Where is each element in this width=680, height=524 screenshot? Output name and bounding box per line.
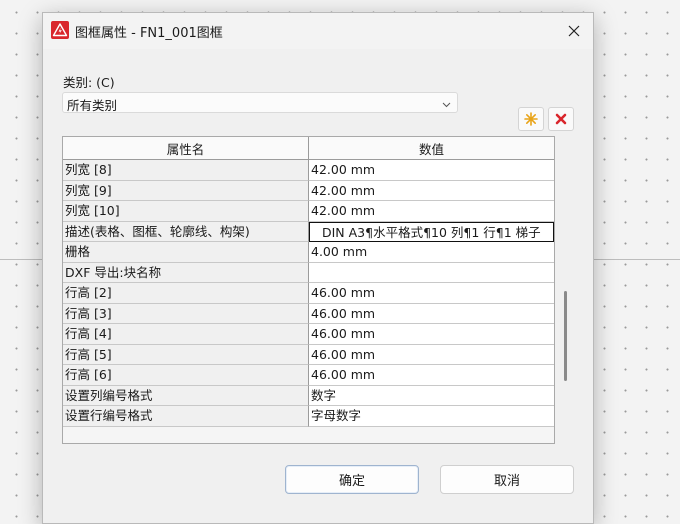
title-bar: 图框属性 - FN1_001图框 — [43, 13, 593, 49]
property-value-cell[interactable]: 46.00 mm — [309, 365, 554, 386]
new-property-button[interactable] — [518, 107, 544, 131]
property-value-cell[interactable]: 字母数字 — [309, 406, 554, 427]
table-row[interactable]: 行高 [2] 46.00 mm — [63, 283, 554, 304]
column-header-name[interactable]: 属性名 — [63, 137, 309, 159]
frame-properties-dialog: 图框属性 - FN1_001图框 类别: (C) 所有类别 属性名 数值 列宽 … — [42, 12, 594, 524]
window-title: 图框属性 - FN1_001图框 — [75, 26, 223, 41]
property-value-cell[interactable]: 46.00 mm — [309, 324, 554, 345]
category-selected-value: 所有类别 — [67, 98, 118, 113]
sparkle-icon — [524, 112, 538, 126]
red-x-icon — [555, 113, 567, 125]
table-row[interactable]: 行高 [5] 46.00 mm — [63, 344, 554, 365]
column-header-value[interactable]: 数值 — [309, 137, 554, 159]
table-row[interactable]: 栅格 4.00 mm — [63, 242, 554, 263]
category-dropdown[interactable]: 所有类别 — [62, 92, 458, 113]
vertical-scrollbar[interactable] — [564, 291, 567, 381]
property-name-cell[interactable]: DXF 导出:块名称 — [63, 262, 309, 283]
property-value-cell[interactable]: 数字 — [309, 385, 554, 406]
warning-triangle-icon — [51, 21, 69, 39]
property-name-cell[interactable]: 列宽 [10] — [63, 201, 309, 222]
property-name-cell[interactable]: 行高 [5] — [63, 344, 309, 365]
property-name-cell[interactable]: 列宽 [9] — [63, 180, 309, 201]
table-row[interactable]: DXF 导出:块名称 — [63, 262, 554, 283]
ok-button[interactable]: 确定 — [285, 465, 419, 494]
property-value-cell[interactable]: 42.00 mm — [309, 160, 554, 181]
table-row[interactable]: 设置行编号格式 字母数字 — [63, 406, 554, 427]
property-name-cell[interactable]: 栅格 — [63, 242, 309, 263]
property-value-cell[interactable]: 46.00 mm — [309, 303, 554, 324]
cancel-button[interactable]: 取消 — [440, 465, 574, 494]
grid-header: 属性名 数值 — [63, 137, 554, 160]
table-row[interactable]: 行高 [6] 46.00 mm — [63, 365, 554, 386]
property-name-cell[interactable]: 行高 [2] — [63, 283, 309, 304]
chevron-down-icon — [442, 97, 451, 112]
table-row[interactable]: 行高 [4] 46.00 mm — [63, 324, 554, 345]
table-row[interactable]: 列宽 [8] 42.00 mm — [63, 160, 554, 181]
property-value-cell[interactable] — [309, 262, 554, 283]
category-label: 类别: (C) — [63, 75, 115, 90]
property-value-cell[interactable]: 42.00 mm — [309, 180, 554, 201]
property-value-input[interactable]: DIN A3¶水平格式¶10 列¶1 行¶1 梯子 — [309, 221, 554, 242]
table-row[interactable]: 列宽 [10] 42.00 mm — [63, 201, 554, 222]
property-name-cell[interactable]: 行高 [6] — [63, 365, 309, 386]
property-name-cell[interactable]: 行高 [3] — [63, 303, 309, 324]
table-row[interactable]: 列宽 [9] 42.00 mm — [63, 180, 554, 201]
table-row[interactable]: 设置列编号格式 数字 — [63, 385, 554, 406]
close-icon — [568, 25, 580, 37]
property-value-cell[interactable]: 46.00 mm — [309, 283, 554, 304]
table-row-editing[interactable]: 描述(表格、图框、轮廓线、构架) DIN A3¶水平格式¶10 列¶1 行¶1 … — [63, 221, 554, 242]
property-value-cell[interactable]: 4.00 mm — [309, 242, 554, 263]
grid-rows: 列宽 [8] 42.00 mm 列宽 [9] 42.00 mm 列宽 [10] … — [63, 160, 554, 427]
property-name-cell[interactable]: 行高 [4] — [63, 324, 309, 345]
delete-property-button[interactable] — [548, 107, 574, 131]
property-name-cell[interactable]: 描述(表格、图框、轮廓线、构架) — [63, 221, 309, 242]
close-button[interactable] — [559, 16, 589, 46]
property-value-cell[interactable]: 46.00 mm — [309, 344, 554, 365]
table-row[interactable]: 行高 [3] 46.00 mm — [63, 303, 554, 324]
property-name-cell[interactable]: 列宽 [8] — [63, 160, 309, 181]
property-name-cell[interactable]: 设置行编号格式 — [63, 406, 309, 427]
property-grid: 属性名 数值 列宽 [8] 42.00 mm 列宽 [9] 42.00 mm 列… — [62, 136, 555, 444]
property-name-cell[interactable]: 设置列编号格式 — [63, 385, 309, 406]
property-value-cell[interactable]: 42.00 mm — [309, 201, 554, 222]
